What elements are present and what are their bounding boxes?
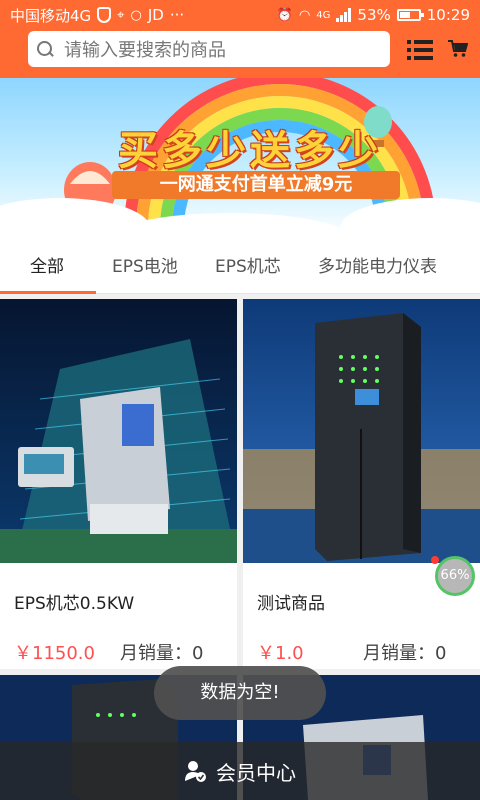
product-card[interactable]: 测试商品 ￥1.0 月销量：0 <box>243 299 480 669</box>
tab-eps-core[interactable]: EPS机芯 <box>215 240 281 294</box>
product-name: EPS机芯0.5KW <box>14 594 135 614</box>
toast-message: 数据为空! <box>154 666 326 720</box>
promo-banner[interactable]: 买多少送多少 一网通支付首单立减9元 <box>0 78 480 240</box>
network-type-label: 4G <box>316 9 331 21</box>
member-center-bar[interactable]: 会员中心 <box>0 742 480 800</box>
clock: 10:29 <box>426 6 470 24</box>
tab-all[interactable]: 全部 <box>30 240 64 294</box>
product-card[interactable]: EPS机芯0.5KW ￥1150.0 月销量：0 <box>0 299 237 669</box>
status-bar: 中国移动4G ⌖ ○ JD ··· ⏰ ◠ 4G 53% 10:29 <box>0 0 480 30</box>
product-sales: 月销量：0 <box>363 643 447 664</box>
member-center-label: 会员中心 <box>216 760 296 785</box>
notification-dot <box>431 556 439 564</box>
product-image <box>243 299 480 563</box>
alarm-icon: ⏰ <box>276 7 293 23</box>
shield-icon <box>97 7 112 23</box>
wifi-icon: ◠ <box>298 7 311 23</box>
progress-badge[interactable]: 66% <box>435 556 475 596</box>
product-price: ￥1.0 <box>257 643 304 664</box>
banner-subtitle: 一网通支付首单立减9元 <box>112 171 400 199</box>
location-icon: ⌖ <box>117 7 125 23</box>
category-tabs: 全部 EPS电池 EPS机芯 多功能电力仪表 <box>0 240 480 294</box>
banner-title: 买多少送多少 <box>118 128 382 174</box>
chat-icon: ○ <box>130 7 142 23</box>
product-price: ￥1150.0 <box>14 643 95 664</box>
member-icon <box>185 761 206 782</box>
signal-icon <box>336 8 352 22</box>
jd-label: JD <box>147 6 164 24</box>
product-name: 测试商品 <box>257 594 325 614</box>
search-icon <box>36 40 54 58</box>
active-tab-indicator <box>0 291 96 294</box>
search-input[interactable]: 请输入要搜索的商品 <box>28 31 390 67</box>
tab-power-meter[interactable]: 多功能电力仪表 <box>318 240 437 294</box>
battery-icon <box>396 9 424 21</box>
tab-eps-battery[interactable]: EPS电池 <box>112 240 178 294</box>
category-menu-icon[interactable] <box>407 40 433 60</box>
cart-icon[interactable] <box>448 40 468 58</box>
more-notifications-icon: ··· <box>169 6 185 24</box>
product-sales: 月销量：0 <box>120 643 204 664</box>
carrier-label: 中国移动4G <box>10 6 92 25</box>
search-placeholder: 请输入要搜索的商品 <box>64 40 226 61</box>
header: 请输入要搜索的商品 <box>0 30 480 78</box>
product-image <box>0 299 237 563</box>
battery-percent: 53% <box>357 6 391 24</box>
